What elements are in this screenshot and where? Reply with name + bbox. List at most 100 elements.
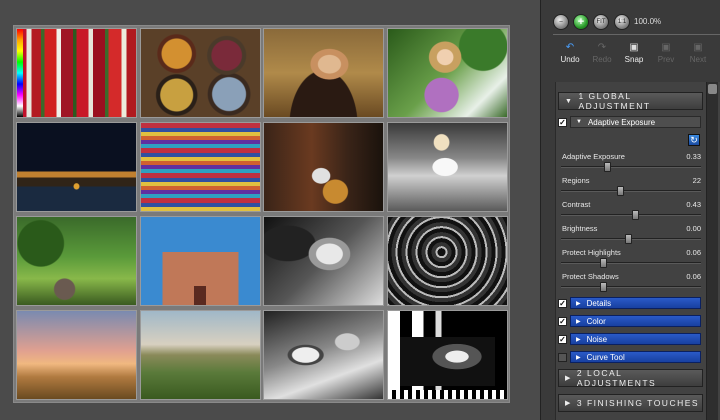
noise-header[interactable]: ▶ Noise	[570, 333, 701, 345]
adaptive-exposure-checkbox[interactable]: ✓	[558, 118, 567, 127]
thumbnail-rolling-hills[interactable]	[139, 310, 261, 400]
slider-track[interactable]	[561, 166, 701, 168]
thumbnail-bowls-of-food[interactable]	[139, 28, 261, 118]
thumbnail-bw-spiral-staircase[interactable]	[386, 216, 508, 306]
adjustment-panel: ▼ 1 GLOBAL ADJUSTMENT ✓ ▼ Adaptive Expos…	[555, 82, 720, 420]
curve-tool-title: Curve Tool	[586, 352, 625, 362]
next-label: Next	[689, 55, 707, 64]
slider-value[interactable]: 0.06	[686, 248, 701, 257]
thumbnail-striped-fabric[interactable]	[139, 122, 261, 212]
prev-label: Prev	[657, 55, 675, 64]
undo-icon: ↶	[565, 42, 575, 53]
zoom-out-glyph: –	[559, 19, 563, 25]
expand-triangle-icon: ▶	[576, 354, 581, 361]
thumbnail-adobe-church[interactable]	[139, 216, 261, 306]
noise-checkbox[interactable]: ✓	[558, 335, 567, 344]
next-button[interactable]: ▣ Next	[683, 43, 713, 65]
slider-label: Brightness	[562, 224, 598, 233]
thumbnail-red-peppers[interactable]	[16, 28, 137, 118]
slider-knob[interactable]	[616, 186, 624, 196]
prev-icon: ▣	[661, 42, 671, 53]
details-checkbox[interactable]: ✓	[558, 299, 567, 308]
thumbnail-woman-portrait[interactable]	[263, 28, 385, 118]
slider-value[interactable]: 0.06	[686, 272, 701, 281]
thumbnail-girl-in-garden[interactable]	[386, 28, 508, 118]
slider-contrast: Contrast 0.43	[561, 200, 701, 224]
slider-knob[interactable]	[604, 162, 612, 172]
zoom-in-glyph: +	[577, 16, 585, 28]
slider-protect-highlights: Protect Highlights 0.06	[561, 248, 701, 272]
snap-button[interactable]: ▣ Snap	[619, 42, 649, 65]
refresh-icon[interactable]: ↻	[688, 134, 700, 146]
slider-knob[interactable]	[632, 210, 640, 220]
one-to-one-icon[interactable]: 1:1	[614, 14, 630, 30]
expand-triangle-icon: ▶	[576, 336, 581, 343]
prev-button[interactable]: ▣ Prev	[651, 42, 681, 65]
thumbnail-cello-player[interactable]	[263, 122, 385, 212]
adaptive-exposure-title: Adaptive Exposure	[587, 117, 656, 127]
redo-label: Redo	[592, 55, 612, 64]
slider-track[interactable]	[561, 214, 701, 216]
finishing-touches-title: 3 FINISHING TOUCHES	[576, 398, 700, 408]
history-toolbar: ↶ Undo ↷ Redo ▣ Snap ▣ Prev ▣ Next	[553, 34, 720, 70]
expand-triangle-icon: ▶	[576, 318, 581, 325]
slider-brightness: Brightness 0.00	[561, 224, 701, 248]
color-title: Color	[586, 316, 606, 326]
details-header[interactable]: ▶ Details	[570, 297, 701, 309]
expand-triangle-icon: ▶	[565, 400, 572, 407]
redo-icon: ↷	[597, 42, 607, 53]
slider-value[interactable]: 0.33	[686, 152, 701, 161]
global-adjustment-header[interactable]: ▼ 1 GLOBAL ADJUSTMENT	[558, 91, 703, 111]
app-window: – + FIT 1:1 100.0% ↶ Undo ↷ Redo ▣ Snap …	[0, 0, 720, 420]
thumbnail-grid	[16, 28, 508, 400]
fit-icon[interactable]: FIT	[593, 14, 609, 30]
curve-tool-header[interactable]: ▶ Curve Tool	[570, 351, 701, 363]
slider-knob[interactable]	[625, 234, 633, 244]
zoom-level: 100.0%	[634, 17, 662, 26]
local-adjustments-header[interactable]: ▶ 2 LOCAL ADJUSTMENTS	[558, 368, 703, 388]
curve-tool-checkbox[interactable]: ✓	[558, 353, 567, 362]
expand-triangle-icon: ▶	[565, 375, 572, 382]
fit-glyph: FIT	[596, 19, 606, 25]
color-checkbox[interactable]: ✓	[558, 317, 567, 326]
color-header[interactable]: ▶ Color	[570, 315, 701, 327]
slider-track[interactable]	[561, 190, 701, 192]
slider-regions: Regions 22	[561, 176, 701, 200]
scrollbar-thumb[interactable]	[708, 84, 717, 94]
slider-knob[interactable]	[600, 258, 607, 268]
zoom-in-icon[interactable]: +	[573, 14, 589, 30]
undo-button[interactable]: ↶ Undo	[555, 42, 585, 65]
redo-button[interactable]: ↷ Redo	[587, 42, 617, 65]
thumbnail-dusk-hills[interactable]	[16, 310, 137, 400]
slider-label: Adaptive Exposure	[562, 152, 625, 161]
noise-title: Noise	[586, 334, 608, 344]
thumbnail-bw-test-chart[interactable]	[386, 310, 508, 400]
zoom-bar: – + FIT 1:1 100.0%	[541, 8, 720, 34]
collapse-triangle-icon: ▼	[576, 119, 582, 125]
slider-label: Protect Shadows	[562, 272, 619, 281]
slider-track[interactable]	[561, 262, 701, 264]
thumbnail-mannequins[interactable]	[386, 122, 508, 212]
slider-adaptive-exposure: Adaptive Exposure 0.33	[561, 152, 701, 176]
adaptive-exposure-header[interactable]: ▼ Adaptive Exposure	[570, 116, 701, 128]
zoom-out-icon[interactable]: –	[553, 14, 569, 30]
local-adjustments-title: 2 LOCAL ADJUSTMENTS	[576, 368, 657, 388]
slider-label: Regions	[562, 176, 590, 185]
panel-scrollbar[interactable]	[706, 82, 718, 420]
finishing-touches-header[interactable]: ▶ 3 FINISHING TOUCHES	[558, 394, 703, 412]
thumbnail-bw-face[interactable]	[263, 216, 385, 306]
details-title: Details	[586, 298, 612, 308]
thumbnail-night-city[interactable]	[16, 122, 137, 212]
slider-value[interactable]: 22	[693, 176, 701, 185]
slider-track[interactable]	[561, 286, 701, 288]
snapshot-icon: ▣	[629, 42, 639, 53]
slider-value[interactable]: 0.00	[686, 224, 701, 233]
thumbnail-garden-urn[interactable]	[16, 216, 137, 306]
slider-knob[interactable]	[600, 282, 607, 292]
thumbnail-bw-bicycle[interactable]	[263, 310, 385, 400]
slider-value[interactable]: 0.43	[686, 200, 701, 209]
collapse-triangle-icon: ▼	[565, 97, 574, 105]
snap-label: Snap	[624, 55, 644, 64]
undo-label: Undo	[560, 55, 580, 64]
slider-label: Protect Highlights	[562, 248, 621, 257]
